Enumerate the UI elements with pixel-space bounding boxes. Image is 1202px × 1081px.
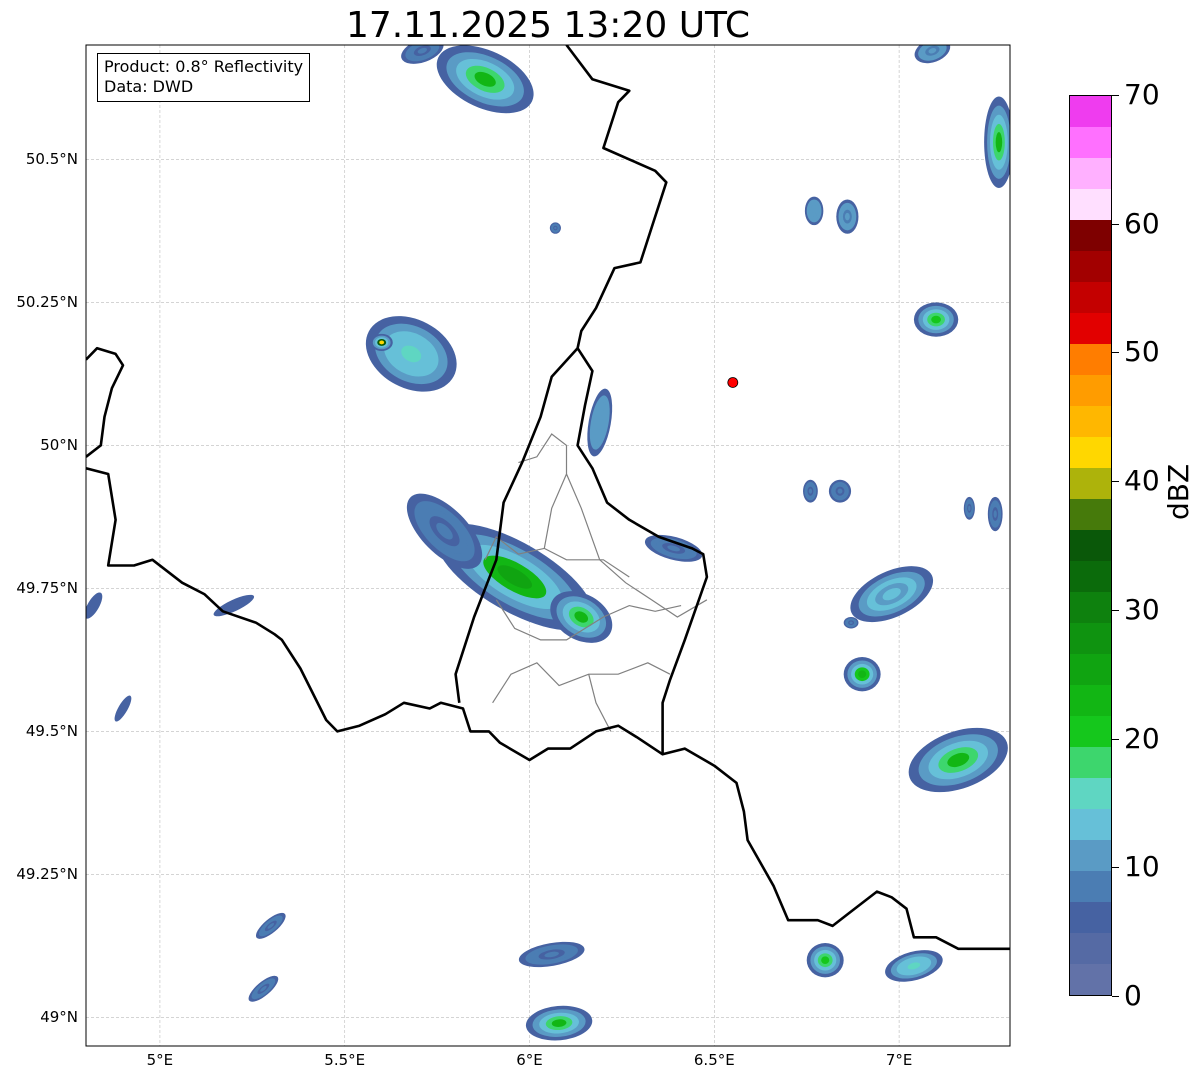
data-source-label: Data: DWD xyxy=(104,77,194,96)
echo-ring xyxy=(844,212,850,221)
colorbar-segment xyxy=(1070,189,1111,220)
echo-ring xyxy=(995,132,1003,153)
colorbar-segment xyxy=(1070,933,1111,964)
colorbar-segment xyxy=(1070,654,1111,685)
x-tick-label: 6°E xyxy=(516,1051,543,1069)
echo-cell xyxy=(984,96,1010,188)
echo-cell xyxy=(828,479,852,503)
colorbar-segment xyxy=(1070,685,1111,716)
echo-cell xyxy=(836,199,859,234)
colorbar-segment xyxy=(1070,127,1111,158)
echo-cell xyxy=(549,222,561,234)
colorbar-tick-label: 30 xyxy=(1124,592,1160,626)
colorbar-tick-mark xyxy=(1112,481,1119,483)
y-tick-label: 50°N xyxy=(40,436,78,455)
echo-ring xyxy=(993,510,997,518)
echo-cell xyxy=(370,333,393,352)
echo-cell xyxy=(803,479,818,503)
echo-cell xyxy=(804,196,824,226)
y-tick-label: 49.75°N xyxy=(16,579,78,598)
colorbar-tick-mark xyxy=(1112,352,1119,354)
colorbar-segment xyxy=(1070,809,1111,840)
echo-ring xyxy=(821,956,830,964)
echo-cell xyxy=(806,943,844,978)
x-tick-label: 5°E xyxy=(146,1051,174,1069)
colorbar-segment xyxy=(1070,96,1111,127)
colorbar-segment xyxy=(1070,375,1111,406)
colorbar-tick-label: 40 xyxy=(1124,464,1160,498)
colorbar-segment xyxy=(1070,716,1111,747)
colorbar-tick-label: 0 xyxy=(1124,979,1142,1012)
colorbar-label: dBZ xyxy=(1162,463,1195,520)
product-label: Product: 0.8° Reflectivity xyxy=(104,57,304,76)
colorbar-tick-label: 50 xyxy=(1124,335,1160,369)
colorbar-segment xyxy=(1070,437,1111,468)
colorbar-segment xyxy=(1070,251,1111,282)
echo-ring xyxy=(554,226,557,230)
colorbar-segment xyxy=(1070,747,1111,778)
colorbar-tick-label: 20 xyxy=(1124,721,1160,755)
colorbar-segment xyxy=(1070,592,1111,623)
product-info-box: Product: 0.8° Reflectivity Data: DWD xyxy=(97,53,311,102)
x-tick-label: 5.5°E xyxy=(324,1051,366,1069)
colorbar-segment xyxy=(1070,282,1111,313)
colorbar xyxy=(1069,95,1112,996)
echo-ring xyxy=(849,621,853,624)
echo-ring xyxy=(379,340,385,345)
colorbar-segment xyxy=(1070,468,1111,499)
colorbar-segment xyxy=(1070,313,1111,344)
colorbar-segment xyxy=(1070,220,1111,251)
echo-ring xyxy=(858,670,867,678)
colorbar-segment xyxy=(1070,406,1111,437)
echo-cell xyxy=(963,496,975,520)
colorbar-segment xyxy=(1070,964,1111,995)
y-tick-label: 49.25°N xyxy=(16,865,78,884)
colorbar-segment xyxy=(1070,158,1111,189)
colorbar-tick-label: 70 xyxy=(1124,78,1160,111)
x-tick-label: 6.5°E xyxy=(693,1051,735,1069)
radar-site-marker xyxy=(727,377,739,388)
colorbar-segment xyxy=(1070,871,1111,902)
echo-cell xyxy=(987,496,1003,532)
colorbar-tick-mark xyxy=(1112,867,1119,869)
echo-ring xyxy=(931,315,941,324)
marker-layer xyxy=(727,377,739,388)
echo-ring xyxy=(812,207,817,215)
colorbar-tick-label: 60 xyxy=(1124,206,1160,240)
y-tick-label: 50.25°N xyxy=(16,293,78,312)
echo-ring xyxy=(808,488,813,494)
echo-cell xyxy=(843,617,859,629)
y-tick-label: 50.5°N xyxy=(25,150,78,169)
colorbar-segment xyxy=(1070,840,1111,871)
colorbar-tick-mark xyxy=(1112,738,1119,740)
colorbar-tick-mark xyxy=(1112,223,1119,225)
colorbar-segment xyxy=(1070,530,1111,561)
colorbar-tick-mark xyxy=(1112,95,1119,96)
echo-ring xyxy=(837,488,843,494)
echo-ring xyxy=(968,505,971,511)
x-tick-label: 7°E xyxy=(885,1051,913,1069)
colorbar-segment xyxy=(1070,623,1111,654)
colorbar-segment xyxy=(1070,499,1111,530)
y-tick-label: 49.5°N xyxy=(25,722,78,741)
colorbar-segment xyxy=(1070,344,1111,375)
colorbar-tick-mark xyxy=(1112,996,1119,997)
colorbar-segment xyxy=(1070,902,1111,933)
y-tick-label: 49°N xyxy=(40,1008,78,1027)
echo-cell xyxy=(913,302,959,337)
colorbar-tick-mark xyxy=(1112,609,1119,611)
colorbar-segment xyxy=(1070,778,1111,809)
radar-map xyxy=(85,44,1011,1047)
colorbar-segment xyxy=(1070,561,1111,592)
echo-cell xyxy=(843,657,881,692)
colorbar-tick-label: 10 xyxy=(1124,850,1160,884)
